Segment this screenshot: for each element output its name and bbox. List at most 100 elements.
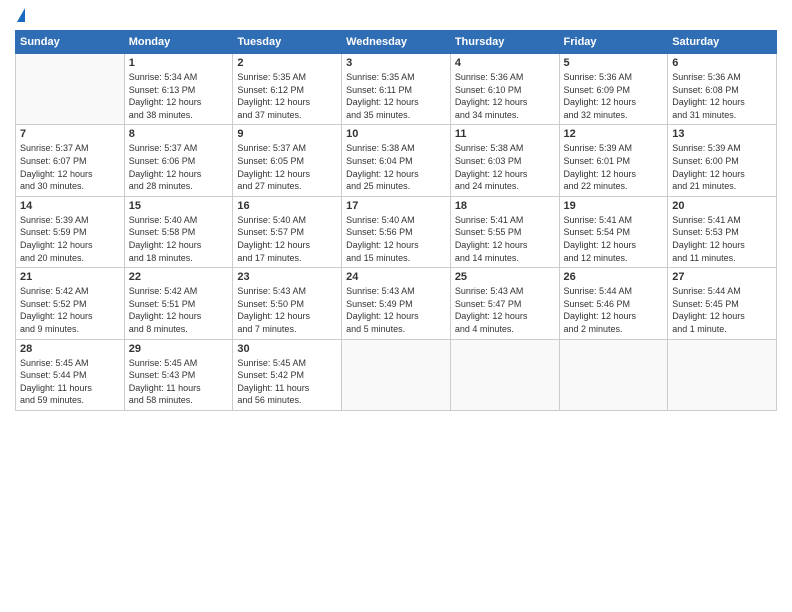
day-number: 24 — [346, 271, 446, 283]
calendar: SundayMondayTuesdayWednesdayThursdayFrid… — [15, 30, 777, 411]
day-number: 16 — [237, 200, 337, 212]
day-info: Sunrise: 5:40 AM Sunset: 5:56 PM Dayligh… — [346, 214, 446, 264]
weekday-header-sunday: Sunday — [16, 31, 125, 54]
day-info: Sunrise: 5:39 AM Sunset: 5:59 PM Dayligh… — [20, 214, 120, 264]
calendar-cell: 2 Sunrise: 5:35 AM Sunset: 6:12 PM Daylig… — [233, 54, 342, 125]
day-number: 14 — [20, 200, 120, 212]
weekday-header-wednesday: Wednesday — [342, 31, 451, 54]
day-number: 7 — [20, 128, 120, 140]
day-info: Sunrise: 5:40 AM Sunset: 5:57 PM Dayligh… — [237, 214, 337, 264]
logo — [15, 10, 25, 22]
day-info: Sunrise: 5:44 AM Sunset: 5:45 PM Dayligh… — [672, 285, 772, 335]
day-number: 25 — [455, 271, 555, 283]
day-number: 13 — [672, 128, 772, 140]
weekday-header-row: SundayMondayTuesdayWednesdayThursdayFrid… — [16, 31, 777, 54]
calendar-cell: 29 Sunrise: 5:45 AM Sunset: 5:43 PM Dayli… — [124, 339, 233, 410]
week-row-4: 21 Sunrise: 5:42 AM Sunset: 5:52 PM Dayli… — [16, 268, 777, 339]
day-number: 21 — [20, 271, 120, 283]
day-number: 30 — [237, 343, 337, 355]
day-number: 18 — [455, 200, 555, 212]
weekday-header-monday: Monday — [124, 31, 233, 54]
calendar-cell: 18Sunrise: 5:41 AM Sunset: 5:55 PM Dayli… — [450, 196, 559, 267]
day-number: 9 — [237, 128, 337, 140]
weekday-header-friday: Friday — [559, 31, 668, 54]
calendar-cell: 25 Sunrise: 5:43 AM Sunset: 5:47 PM Dayli… — [450, 268, 559, 339]
day-number: 27 — [672, 271, 772, 283]
calendar-cell: 22 Sunrise: 5:42 AM Sunset: 5:51 PM Dayli… — [124, 268, 233, 339]
calendar-cell: 28 Sunrise: 5:45 AM Sunset: 5:44 PM Dayli… — [16, 339, 125, 410]
day-number: 8 — [129, 128, 229, 140]
day-info: Sunrise: 5:35 AM Sunset: 6:11 PM Dayligh… — [346, 71, 446, 121]
day-number: 28 — [20, 343, 120, 355]
day-info: Sunrise: 5:37 AM Sunset: 6:06 PM Dayligh… — [129, 142, 229, 192]
calendar-cell: 26Sunrise: 5:44 AM Sunset: 5:46 PM Dayli… — [559, 268, 668, 339]
weekday-header-saturday: Saturday — [668, 31, 777, 54]
day-info: Sunrise: 5:45 AM Sunset: 5:43 PM Dayligh… — [129, 357, 229, 407]
calendar-cell: 5Sunrise: 5:36 AM Sunset: 6:09 PM Daylig… — [559, 54, 668, 125]
day-info: Sunrise: 5:43 AM Sunset: 5:49 PM Dayligh… — [346, 285, 446, 335]
day-info: Sunrise: 5:43 AM Sunset: 5:47 PM Dayligh… — [455, 285, 555, 335]
day-number: 23 — [237, 271, 337, 283]
calendar-cell: 23 Sunrise: 5:43 AM Sunset: 5:50 PM Dayli… — [233, 268, 342, 339]
calendar-cell: 17 Sunrise: 5:40 AM Sunset: 5:56 PM Dayli… — [342, 196, 451, 267]
calendar-cell: 21 Sunrise: 5:42 AM Sunset: 5:52 PM Dayli… — [16, 268, 125, 339]
day-number: 29 — [129, 343, 229, 355]
calendar-cell: 3Sunrise: 5:35 AM Sunset: 6:11 PM Daylig… — [342, 54, 451, 125]
day-info: Sunrise: 5:39 AM Sunset: 6:01 PM Dayligh… — [564, 142, 664, 192]
calendar-cell: 27 Sunrise: 5:44 AM Sunset: 5:45 PM Dayli… — [668, 268, 777, 339]
day-info: Sunrise: 5:38 AM Sunset: 6:03 PM Dayligh… — [455, 142, 555, 192]
week-row-2: 7 Sunrise: 5:37 AM Sunset: 6:07 PM Daylig… — [16, 125, 777, 196]
calendar-cell: 6Sunrise: 5:36 AM Sunset: 6:08 PM Daylig… — [668, 54, 777, 125]
calendar-cell: 11 Sunrise: 5:38 AM Sunset: 6:03 PM Dayli… — [450, 125, 559, 196]
day-info: Sunrise: 5:43 AM Sunset: 5:50 PM Dayligh… — [237, 285, 337, 335]
calendar-cell: 13 Sunrise: 5:39 AM Sunset: 6:00 PM Dayli… — [668, 125, 777, 196]
day-info: Sunrise: 5:44 AM Sunset: 5:46 PM Dayligh… — [564, 285, 664, 335]
calendar-cell: 4Sunrise: 5:36 AM Sunset: 6:10 PM Daylig… — [450, 54, 559, 125]
day-info: Sunrise: 5:45 AM Sunset: 5:44 PM Dayligh… — [20, 357, 120, 407]
day-info: Sunrise: 5:35 AM Sunset: 6:12 PM Dayligh… — [237, 71, 337, 121]
week-row-5: 28 Sunrise: 5:45 AM Sunset: 5:44 PM Dayli… — [16, 339, 777, 410]
calendar-cell: 30 Sunrise: 5:45 AM Sunset: 5:42 PM Dayli… — [233, 339, 342, 410]
calendar-cell — [559, 339, 668, 410]
day-number: 1 — [129, 57, 229, 69]
day-number: 17 — [346, 200, 446, 212]
weekday-header-thursday: Thursday — [450, 31, 559, 54]
day-number: 10 — [346, 128, 446, 140]
calendar-cell: 15Sunrise: 5:40 AM Sunset: 5:58 PM Dayli… — [124, 196, 233, 267]
calendar-cell: 8 Sunrise: 5:37 AM Sunset: 6:06 PM Daylig… — [124, 125, 233, 196]
calendar-cell: 24 Sunrise: 5:43 AM Sunset: 5:49 PM Dayli… — [342, 268, 451, 339]
logo-triangle-icon — [17, 8, 25, 22]
calendar-cell — [342, 339, 451, 410]
calendar-cell — [16, 54, 125, 125]
calendar-cell — [668, 339, 777, 410]
calendar-cell: 12Sunrise: 5:39 AM Sunset: 6:01 PM Dayli… — [559, 125, 668, 196]
weekday-header-tuesday: Tuesday — [233, 31, 342, 54]
calendar-cell: 16 Sunrise: 5:40 AM Sunset: 5:57 PM Dayli… — [233, 196, 342, 267]
logo-text — [15, 10, 25, 24]
day-info: Sunrise: 5:34 AM Sunset: 6:13 PM Dayligh… — [129, 71, 229, 121]
day-info: Sunrise: 5:37 AM Sunset: 6:07 PM Dayligh… — [20, 142, 120, 192]
calendar-cell: 20Sunrise: 5:41 AM Sunset: 5:53 PM Dayli… — [668, 196, 777, 267]
header — [15, 10, 777, 22]
week-row-3: 14 Sunrise: 5:39 AM Sunset: 5:59 PM Dayli… — [16, 196, 777, 267]
day-info: Sunrise: 5:36 AM Sunset: 6:10 PM Dayligh… — [455, 71, 555, 121]
calendar-cell: 9 Sunrise: 5:37 AM Sunset: 6:05 PM Daylig… — [233, 125, 342, 196]
day-number: 20 — [672, 200, 772, 212]
day-info: Sunrise: 5:37 AM Sunset: 6:05 PM Dayligh… — [237, 142, 337, 192]
day-info: Sunrise: 5:38 AM Sunset: 6:04 PM Dayligh… — [346, 142, 446, 192]
day-info: Sunrise: 5:39 AM Sunset: 6:00 PM Dayligh… — [672, 142, 772, 192]
week-row-1: 1 Sunrise: 5:34 AM Sunset: 6:13 PM Daylig… — [16, 54, 777, 125]
day-number: 6 — [672, 57, 772, 69]
day-number: 11 — [455, 128, 555, 140]
day-info: Sunrise: 5:45 AM Sunset: 5:42 PM Dayligh… — [237, 357, 337, 407]
calendar-cell: 1 Sunrise: 5:34 AM Sunset: 6:13 PM Daylig… — [124, 54, 233, 125]
day-info: Sunrise: 5:42 AM Sunset: 5:51 PM Dayligh… — [129, 285, 229, 335]
day-number: 2 — [237, 57, 337, 69]
calendar-cell: 10 Sunrise: 5:38 AM Sunset: 6:04 PM Dayli… — [342, 125, 451, 196]
day-info: Sunrise: 5:42 AM Sunset: 5:52 PM Dayligh… — [20, 285, 120, 335]
calendar-cell: 19Sunrise: 5:41 AM Sunset: 5:54 PM Dayli… — [559, 196, 668, 267]
day-number: 15 — [129, 200, 229, 212]
day-info: Sunrise: 5:41 AM Sunset: 5:54 PM Dayligh… — [564, 214, 664, 264]
day-info: Sunrise: 5:36 AM Sunset: 6:09 PM Dayligh… — [564, 71, 664, 121]
day-number: 22 — [129, 271, 229, 283]
